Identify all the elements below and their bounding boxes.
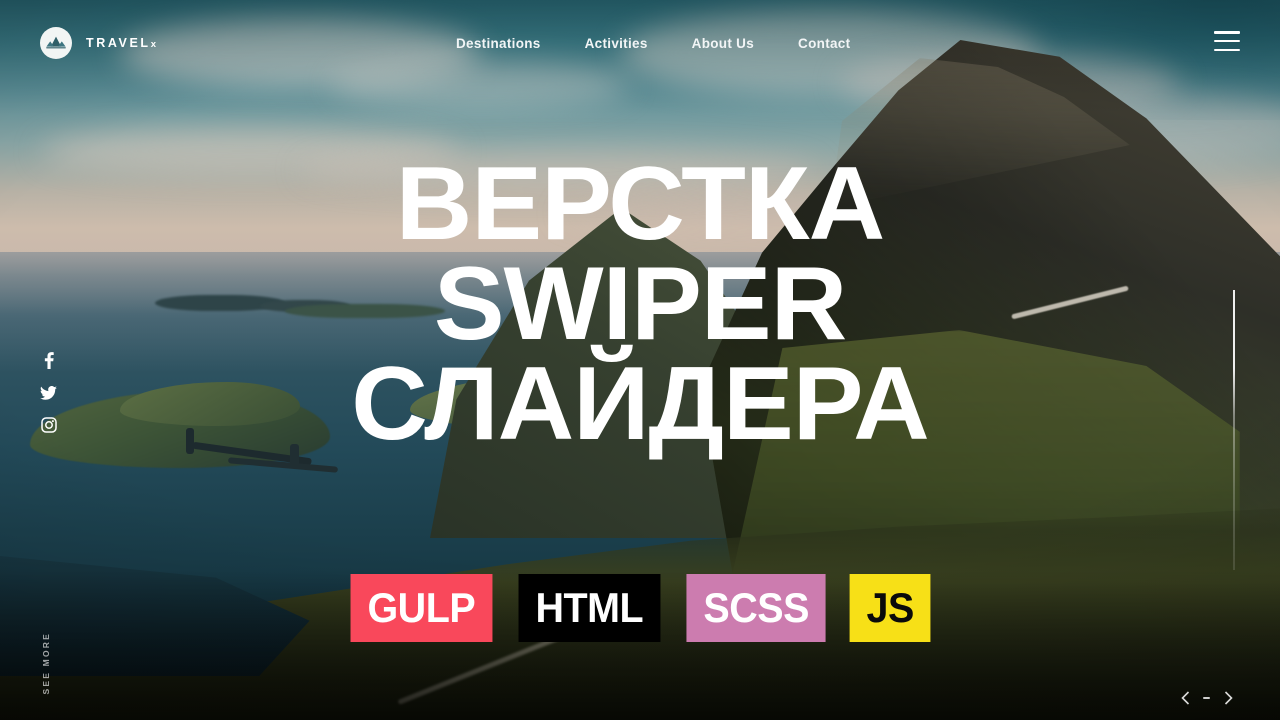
tech-badge-gulp[interactable]: GULP xyxy=(350,574,493,642)
nav-item-contact[interactable]: Contact xyxy=(798,36,850,51)
instagram-icon[interactable] xyxy=(40,416,57,433)
tech-badge-js[interactable]: JS xyxy=(849,574,931,642)
nav-item-activities[interactable]: Activities xyxy=(585,36,648,51)
hamburger-line xyxy=(1214,48,1240,51)
hamburger-menu-icon[interactable] xyxy=(1214,31,1240,51)
tech-badge-scss[interactable]: SCSS xyxy=(686,574,826,642)
brand-name-main: TRAVEL xyxy=(86,36,151,50)
tech-badge-html[interactable]: HTML xyxy=(518,574,661,642)
brand-name: TRAVELx xyxy=(86,36,156,50)
hamburger-line xyxy=(1214,39,1240,43)
see-more-label[interactable]: SEE MORE xyxy=(41,632,51,694)
hero-line-2: SWIPER xyxy=(433,245,847,362)
chevron-right-icon[interactable] xyxy=(1220,690,1236,706)
slider-separator xyxy=(1203,697,1210,699)
brand-name-suffix: x xyxy=(150,39,156,50)
slider-navigation xyxy=(1177,690,1236,706)
tech-badge-row: GULP HTML SCSS JS xyxy=(0,574,1280,642)
hero-slider-stage: TRAVELx Destinations Activities About Us… xyxy=(0,0,1280,720)
hero-line-3: СЛАЙДЕРА xyxy=(351,345,929,462)
twitter-icon[interactable] xyxy=(40,384,57,401)
nav-item-about-us[interactable]: About Us xyxy=(692,36,754,51)
facebook-icon[interactable] xyxy=(40,352,57,369)
brand-logo[interactable]: TRAVELx xyxy=(40,27,156,59)
slider-progress-line[interactable] xyxy=(1233,290,1235,570)
page-title: ВЕРСТКА SWIPER СЛАЙДЕРА xyxy=(0,146,1280,462)
hero-heading-block: ВЕРСТКА SWIPER СЛАЙДЕРА xyxy=(0,146,1280,462)
main-navigation: Destinations Activities About Us Contact xyxy=(456,36,850,51)
mountain-circle-logo-icon xyxy=(40,27,72,59)
hero-line-1: ВЕРСТКА xyxy=(395,146,885,262)
social-links-rail xyxy=(40,352,57,433)
hamburger-line xyxy=(1214,31,1240,34)
nav-item-destinations[interactable]: Destinations xyxy=(456,36,541,51)
site-header: TRAVELx Destinations Activities About Us… xyxy=(0,0,1280,86)
chevron-left-icon[interactable] xyxy=(1177,690,1193,706)
